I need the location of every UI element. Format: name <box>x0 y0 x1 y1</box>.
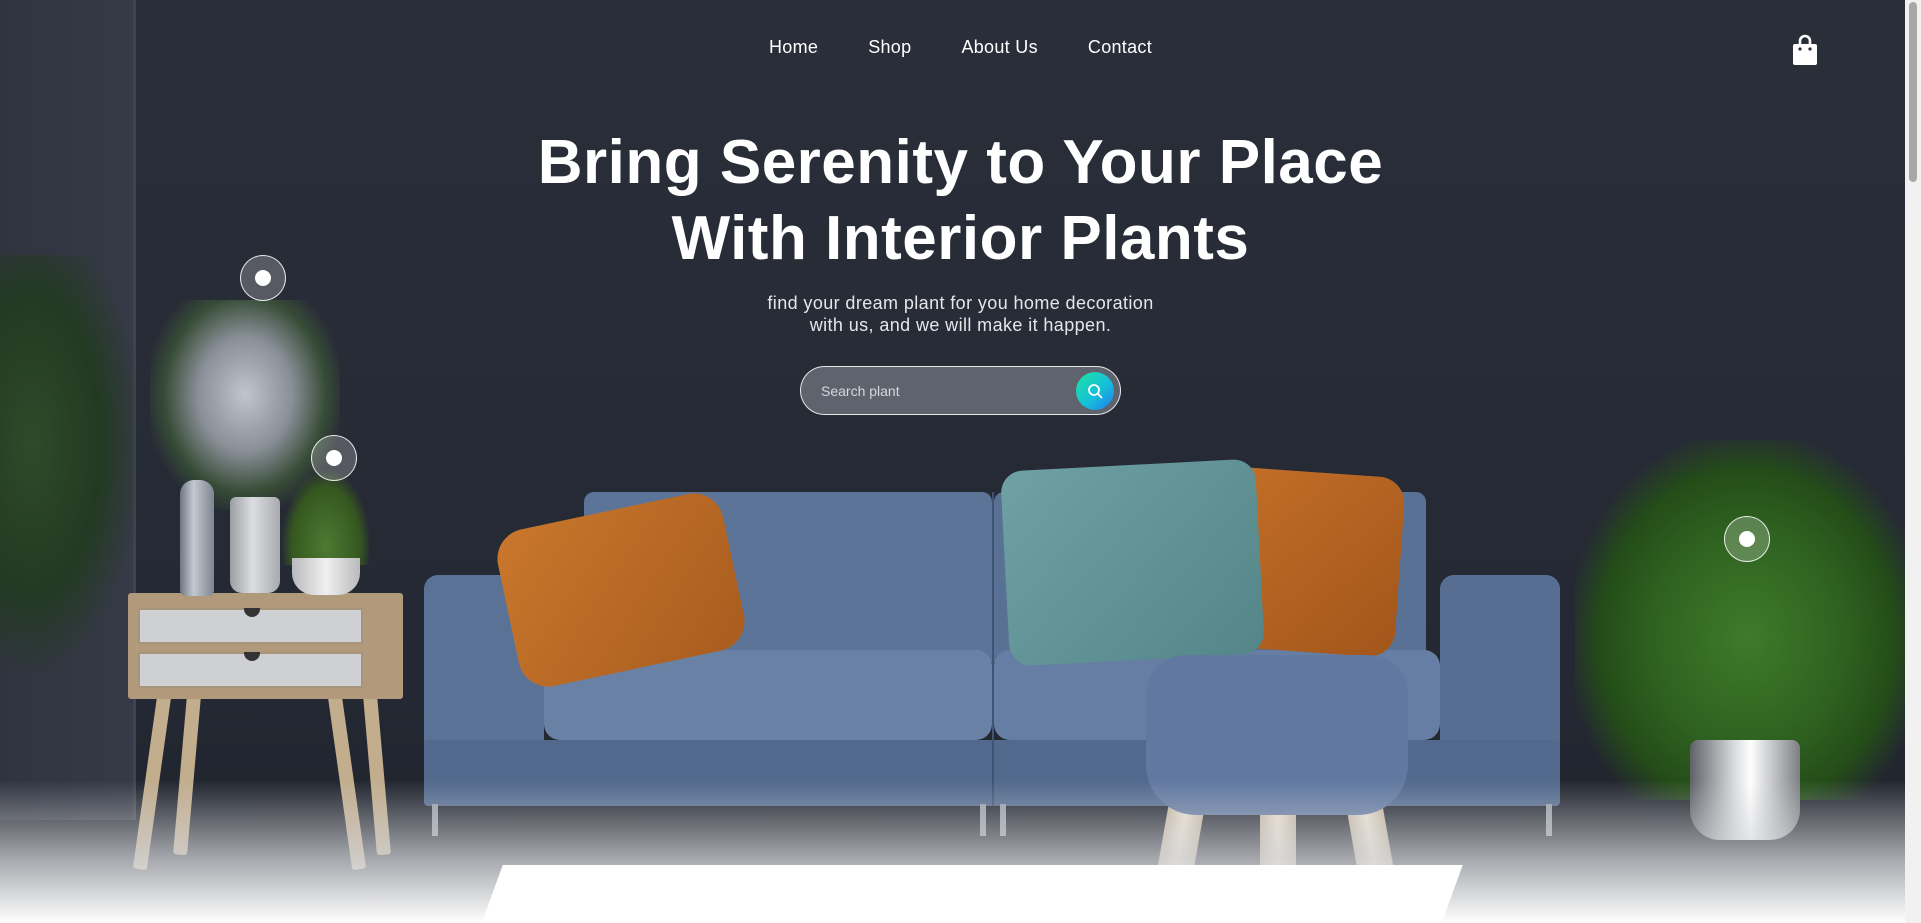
shopping-bag-icon[interactable] <box>1792 34 1818 66</box>
main-nav: Home Shop About Us Contact <box>0 37 1921 58</box>
hero-subtitle: find your dream plant for you home decor… <box>0 292 1921 336</box>
drawer-knob <box>244 608 260 617</box>
hero-subtitle-line1: find your dream plant for you home decor… <box>767 293 1154 313</box>
search-icon <box>1088 383 1103 398</box>
metal-bottle <box>180 480 214 596</box>
hotspot-dot-icon <box>326 450 342 466</box>
search-button[interactable] <box>1076 371 1114 410</box>
table-drawer <box>138 652 363 688</box>
white-vase <box>230 497 280 593</box>
hotspot-dot-icon <box>1739 531 1755 547</box>
product-hotspot-succulent[interactable] <box>311 435 357 481</box>
teal-pillow <box>1000 458 1265 667</box>
search-input[interactable] <box>801 366 1076 415</box>
page-scrollbar[interactable] <box>1905 0 1921 923</box>
white-rug <box>477 865 1463 923</box>
hero-title-line1: Bring Serenity to Your Place <box>537 128 1384 197</box>
hero-title-line2: With Interior Plants <box>671 204 1250 273</box>
succulent-plant <box>282 470 370 565</box>
hero-subtitle-line2: with us, and we will make it happen. <box>809 315 1112 335</box>
nav-home[interactable]: Home <box>769 37 818 58</box>
nav-contact[interactable]: Contact <box>1088 37 1152 58</box>
hero-title: Bring Serenity to Your Place With Interi… <box>0 125 1921 277</box>
search-bar <box>800 366 1121 415</box>
nav-shop[interactable]: Shop <box>868 37 911 58</box>
drawer-knob <box>244 652 260 661</box>
table-drawer <box>138 608 363 644</box>
scrollbar-thumb[interactable] <box>1909 2 1917 182</box>
product-hotspot-plant[interactable] <box>1724 516 1770 562</box>
small-pot <box>292 558 360 595</box>
nav-about-us[interactable]: About Us <box>961 37 1037 58</box>
sofa-seam <box>992 492 994 806</box>
